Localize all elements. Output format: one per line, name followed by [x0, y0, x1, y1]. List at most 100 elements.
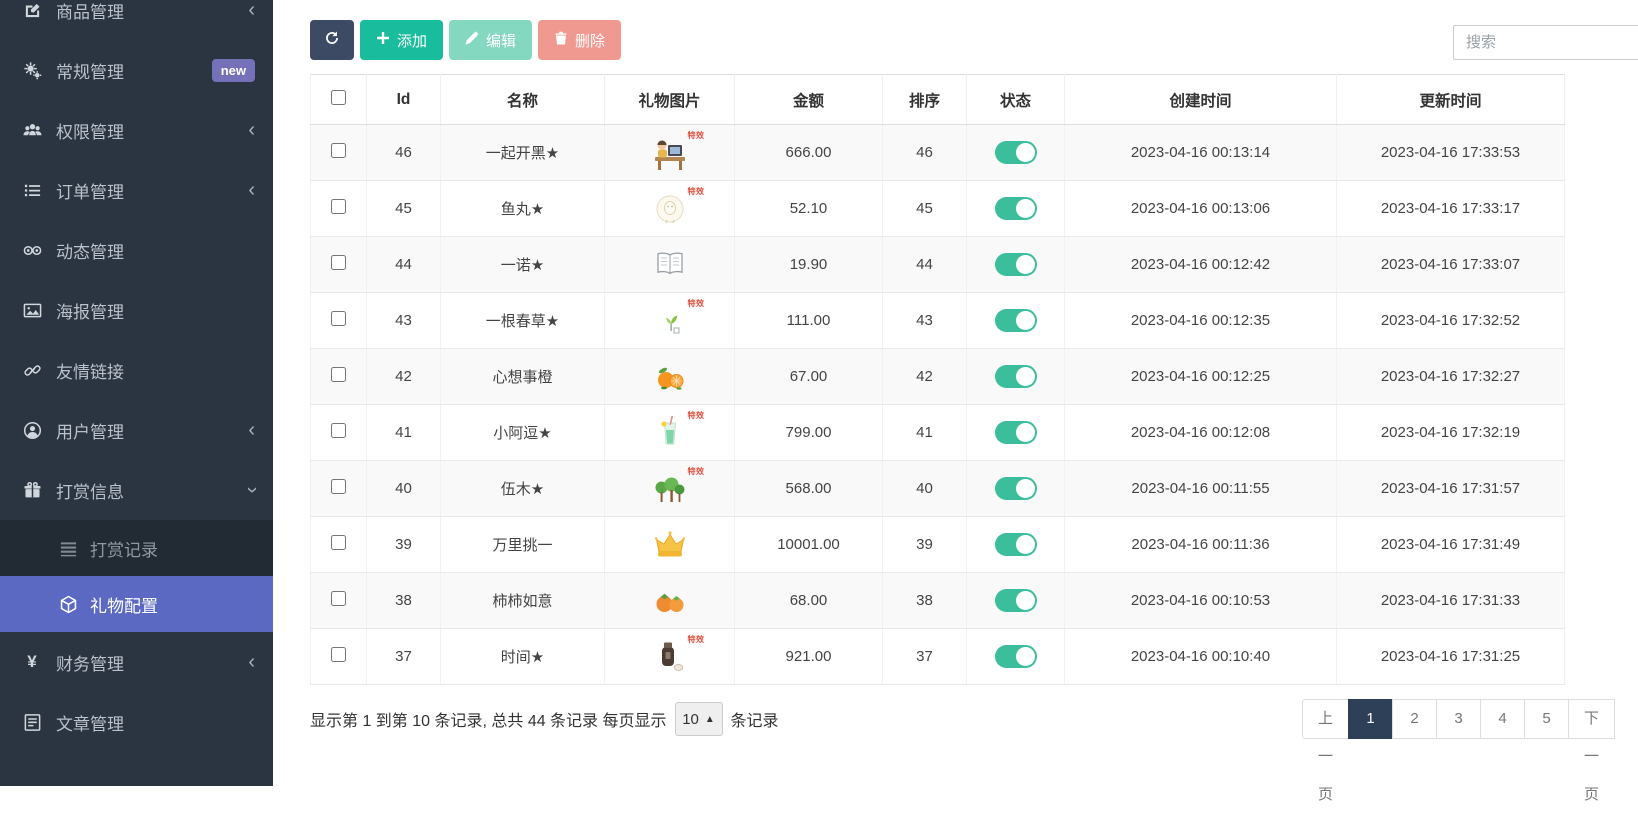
table-row[interactable]: 45 鱼丸★ 特效 52.10 45 2023-04-16 00:13:06 2023-04… — [310, 180, 1565, 237]
row-name: 鱼丸★ — [440, 180, 605, 237]
row-checkbox[interactable] — [331, 647, 346, 662]
sidebar-item-打赏记录[interactable]: 打赏记录 — [0, 520, 273, 576]
pagination-page-1[interactable]: 1 — [1348, 699, 1394, 739]
row-status-cell — [966, 292, 1065, 349]
pagination: 上一页 1 2 3 4 5 下一页 — [1302, 699, 1616, 803]
table-row[interactable]: 44 一诺★ 19.90 44 2023-04-16 00:12:42 2023-04-1… — [310, 236, 1565, 293]
table-row[interactable]: 42 心想事橙 67.00 42 2023-04-16 00:12:25 2023-04-… — [310, 348, 1565, 405]
row-sort: 45 — [882, 180, 967, 237]
sidebar-item-label: 友情链接 — [56, 362, 124, 382]
row-checkbox[interactable] — [331, 591, 346, 606]
table-row[interactable]: 46 一起开黑★ 特效 666.00 46 2023-04-16 00:13:14 2023… — [310, 124, 1565, 181]
status-toggle[interactable] — [994, 589, 1037, 612]
status-toggle[interactable] — [994, 253, 1037, 276]
row-id: 41 — [366, 404, 441, 461]
status-toggle[interactable] — [994, 365, 1037, 388]
row-checkbox[interactable] — [331, 367, 346, 382]
sidebar-item-礼物配置[interactable]: 礼物配置 — [0, 576, 273, 632]
status-toggle[interactable] — [994, 477, 1037, 500]
refresh-button[interactable] — [310, 20, 354, 60]
row-id: 38 — [366, 572, 441, 629]
pagination-page-4[interactable]: 4 — [1480, 699, 1526, 739]
sidebar-item-label: 打赏记录 — [90, 540, 158, 560]
sidebar-item-label: 订单管理 — [56, 182, 124, 202]
pagination-page-2[interactable]: 2 — [1392, 699, 1438, 739]
sprout-icon: 特效 — [650, 299, 704, 341]
row-name: 伍木★ — [440, 460, 605, 517]
status-toggle[interactable] — [994, 645, 1037, 668]
pagination-next[interactable]: 下一页 — [1568, 699, 1616, 803]
effect-tag: 特效 — [687, 410, 705, 420]
sidebar-item-label: 礼物配置 — [90, 596, 158, 616]
table-row[interactable]: 40 伍木★ 特效 568.00 40 2023-04-16 00:11:55 2023-0… — [310, 460, 1565, 517]
list-lines-icon — [56, 538, 80, 558]
status-toggle[interactable] — [994, 309, 1037, 332]
sidebar-item-财务管理[interactable]: ¥ 财务管理 ‹ — [0, 632, 273, 692]
row-id: 45 — [366, 180, 441, 237]
row-checkbox[interactable] — [331, 423, 346, 438]
column-header: 状态 — [966, 74, 1065, 125]
row-id: 42 — [366, 348, 441, 405]
row-checkbox[interactable] — [331, 479, 346, 494]
sidebar-item-常规管理[interactable]: 常规管理 new — [0, 40, 273, 100]
row-created: 2023-04-16 00:10:53 — [1064, 572, 1337, 629]
row-checkbox[interactable] — [331, 311, 346, 326]
row-checkbox[interactable] — [331, 143, 346, 158]
row-updated: 2023-04-16 17:33:07 — [1336, 236, 1565, 293]
search-input[interactable] — [1453, 25, 1638, 60]
row-checkbox[interactable] — [331, 535, 346, 550]
column-header: 排序 — [882, 74, 967, 125]
yen-icon: ¥ — [27, 652, 37, 671]
pagination-page-3[interactable]: 3 — [1436, 699, 1482, 739]
table-row[interactable]: 41 小阿逗★ 特效 799.00 41 2023-04-16 00:12:08 2023-… — [310, 404, 1565, 461]
select-all-checkbox[interactable] — [331, 89, 346, 105]
sidebar-item-海报管理[interactable]: 海报管理 — [0, 280, 273, 340]
sidebar-item-订单管理[interactable]: 订单管理 ‹ — [0, 160, 273, 220]
row-amount: 568.00 — [734, 460, 883, 517]
row-updated: 2023-04-16 17:31:57 — [1336, 460, 1565, 517]
sidebar-item-动态管理[interactable]: 动态管理 — [0, 220, 273, 280]
table-row[interactable]: 38 柿柿如意 68.00 38 2023-04-16 00:10:53 2023-04-… — [310, 572, 1565, 629]
status-toggle[interactable] — [994, 197, 1037, 220]
row-status-cell — [966, 404, 1065, 461]
pencil-square-icon — [20, 0, 44, 20]
pagination-page-5[interactable]: 5 — [1524, 699, 1570, 739]
row-created: 2023-04-16 00:11:36 — [1064, 516, 1337, 573]
status-toggle[interactable] — [994, 141, 1037, 164]
edit-button-label: 编辑 — [486, 32, 517, 50]
add-button[interactable]: 添加 — [360, 20, 444, 60]
row-amount: 52.10 — [734, 180, 883, 237]
table-row[interactable]: 39 万里挑一 10001.00 39 2023-04-16 00:11:36 2023-… — [310, 516, 1565, 573]
sidebar-item-文章管理[interactable]: 文章管理 — [0, 692, 273, 752]
table-row[interactable]: 37 时间★ 特效 921.00 37 2023-04-16 00:10:40 2023-0… — [310, 628, 1565, 685]
persimmons-icon — [650, 581, 690, 621]
row-checkbox[interactable] — [331, 255, 346, 270]
row-gift-image-cell — [604, 516, 735, 573]
page-size-dropdown[interactable]: 10 ▲ — [674, 702, 723, 736]
row-select-cell — [310, 572, 367, 629]
sidebar-item-友情链接[interactable]: 友情链接 — [0, 340, 273, 400]
row-sort: 46 — [882, 124, 967, 181]
sidebar-item-商品管理[interactable]: 商品管理 ‹ — [0, 0, 273, 40]
sidebar-item-label: 打赏信息 — [56, 482, 124, 502]
delete-button[interactable]: 删除 — [538, 20, 622, 60]
sidebar-item-label: 权限管理 — [56, 122, 124, 142]
status-toggle[interactable] — [994, 421, 1037, 444]
table-row[interactable]: 43 一根春草★ 特效 111.00 43 2023-04-16 00:12:35 2023… — [310, 292, 1565, 349]
sidebar-item-label: 常规管理 — [56, 62, 124, 82]
row-name: 一诺★ — [440, 236, 605, 293]
row-gift-image-cell: 特效 — [604, 628, 735, 685]
sidebar-item-权限管理[interactable]: 权限管理 ‹ — [0, 100, 273, 160]
sidebar-item-打赏信息[interactable]: 打赏信息 ‹ — [0, 460, 273, 520]
edit-button[interactable]: 编辑 — [449, 20, 533, 60]
pagination-prev[interactable]: 上一页 — [1302, 699, 1350, 803]
status-toggle[interactable] — [994, 533, 1037, 556]
row-checkbox[interactable] — [331, 199, 346, 214]
cube-icon — [56, 594, 80, 614]
row-updated: 2023-04-16 17:31:25 — [1336, 628, 1565, 685]
sidebar-item-label: 商品管理 — [56, 2, 124, 22]
row-created: 2023-04-16 00:13:06 — [1064, 180, 1337, 237]
chevron-left-icon: ‹ — [248, 419, 255, 441]
sidebar-item-用户管理[interactable]: 用户管理 ‹ — [0, 400, 273, 460]
article-icon — [20, 712, 44, 732]
